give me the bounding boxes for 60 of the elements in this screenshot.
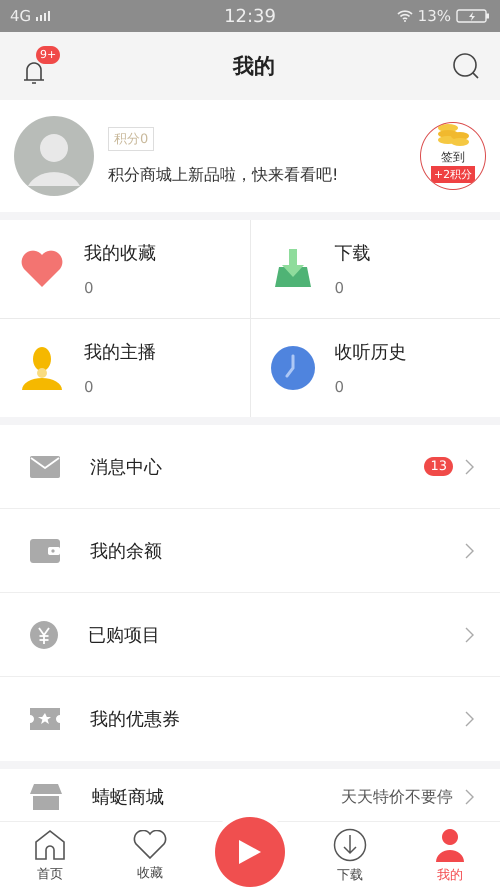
stat-tile[interactable]: 我的收藏 0 [0, 220, 250, 318]
chevron-right-icon [465, 458, 474, 474]
ticket-icon [30, 708, 60, 730]
shop-row[interactable]: 蜻蜓商城 天天特价不要停 [0, 769, 500, 821]
chevron-right-icon [465, 711, 474, 727]
tab-item[interactable]: 下载 [300, 822, 400, 889]
menu-item[interactable]: 我的余额 [0, 509, 500, 593]
chevron-right-icon [465, 542, 474, 558]
stat-tile[interactable]: 收听历史 0 [250, 319, 500, 417]
tab-item[interactable]: 收藏 [100, 822, 200, 889]
person-icon [20, 346, 64, 390]
stat-label: 下载 [334, 242, 370, 265]
coins-icon [436, 123, 470, 147]
heart-icon [20, 249, 64, 289]
shop-hint: 天天特价不要停 [341, 786, 453, 808]
house-icon [33, 828, 67, 860]
wallet-icon [30, 538, 60, 562]
clock: 12:39 [224, 6, 276, 26]
count-badge: 13 [424, 457, 453, 476]
stat-label: 我的收藏 [84, 242, 156, 265]
battery-level: 13% [418, 7, 451, 25]
tab-item[interactable]: 首页 [0, 822, 100, 889]
stat-tile[interactable]: 下载 0 [250, 220, 500, 318]
stat-count: 0 [84, 378, 95, 396]
yen-coin-icon [30, 620, 58, 648]
points-tag: 积分0 [108, 126, 154, 150]
tab-item[interactable]: 我的 [400, 822, 500, 889]
shop-icon [30, 784, 62, 810]
menu-label: 我的余额 [90, 540, 163, 562]
page-title: 我的 [233, 53, 275, 80]
menu-label: 已购项目 [88, 624, 161, 646]
promo-text[interactable]: 积分商城上新品啦，快来看看吧! [108, 164, 338, 186]
shop-label: 蜻蜓商城 [92, 786, 165, 809]
notification-button[interactable]: 9+ [18, 46, 58, 86]
menu-item[interactable]: 我的优惠券 [0, 677, 500, 761]
chevron-right-icon [465, 789, 474, 805]
battery-icon [456, 9, 490, 23]
wifi-icon [396, 10, 413, 22]
chevron-right-icon [465, 626, 474, 642]
menu-label: 我的优惠券 [90, 708, 181, 731]
network-label: 4G [10, 7, 32, 25]
envelope-icon [30, 456, 60, 478]
menu-item[interactable]: 消息中心 13 [0, 425, 500, 509]
menu-label: 消息中心 [90, 456, 163, 478]
download-icon [333, 828, 367, 862]
heart-icon [133, 830, 167, 860]
play-icon [237, 838, 263, 866]
person-icon [433, 828, 467, 862]
notification-badge: 9+ [36, 46, 60, 64]
stat-tile[interactable]: 我的主播 0 [0, 319, 250, 417]
clock-icon [270, 346, 314, 390]
stat-count: 0 [84, 279, 95, 297]
stat-label: 我的主播 [84, 341, 156, 364]
stat-label: 收听历史 [334, 341, 406, 364]
avatar[interactable] [14, 116, 94, 196]
signal-icon [36, 11, 52, 21]
stat-count: 0 [334, 378, 346, 396]
checkin-button[interactable]: 签到 +2积分 [420, 122, 486, 190]
stat-count: 0 [334, 279, 346, 297]
menu-item[interactable]: 已购项目 [0, 593, 500, 677]
